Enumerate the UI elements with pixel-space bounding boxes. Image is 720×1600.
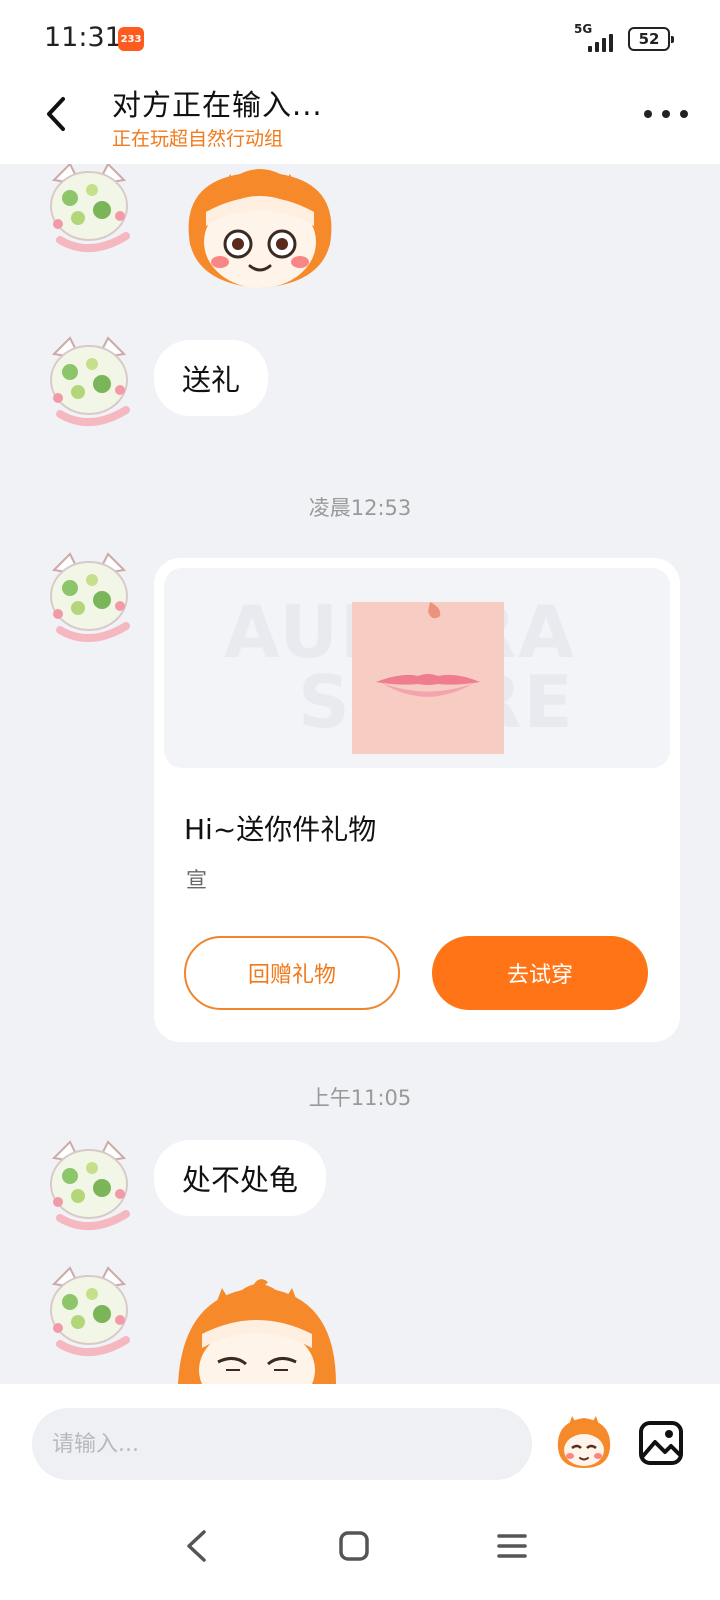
nav-back-button[interactable] — [174, 1524, 218, 1568]
sticker-message[interactable] — [172, 1274, 342, 1384]
lips-icon — [352, 602, 504, 754]
return-gift-button[interactable]: 回赠礼物 — [184, 936, 400, 1010]
message-input[interactable] — [32, 1408, 532, 1480]
message-bubble[interactable]: 送礼 — [154, 340, 269, 416]
emoji-sticker-icon — [557, 1416, 611, 1468]
girl-sticker-icon — [178, 1279, 336, 1384]
message-timestamp: 凌晨12:53 — [308, 496, 412, 520]
nav-menu-icon — [497, 1534, 527, 1558]
notification-badge-icon: 233 — [118, 27, 144, 51]
message-bubble[interactable]: 处不处龟 — [154, 1140, 327, 1216]
status-bar: 11:31 233 5G 52 — [0, 0, 720, 78]
chevron-left-icon — [47, 97, 65, 131]
image-icon — [639, 1421, 683, 1465]
battery-icon: 52 — [628, 27, 674, 51]
signal-icon: 5G — [574, 22, 620, 52]
more-dots-icon — [644, 110, 652, 118]
back-button[interactable] — [36, 92, 76, 136]
avatar[interactable] — [40, 334, 138, 432]
nav-menu-button[interactable] — [490, 1524, 534, 1568]
cat-avatar-icon — [50, 336, 130, 427]
gift-sender-name: 宣 — [186, 868, 207, 892]
chat-subtitle[interactable]: 正在玩超自然行动组 — [112, 124, 283, 151]
avatar[interactable] — [40, 550, 138, 648]
chat-header: 对方正在输入... 正在玩超自然行动组 — [0, 78, 720, 164]
try-on-button[interactable]: 去试穿 — [432, 936, 648, 1010]
avatar[interactable] — [40, 164, 138, 258]
gift-banner: AURORA STORE — [164, 568, 670, 768]
status-time: 11:31 — [44, 22, 122, 53]
message-timestamp: 上午11:05 — [308, 1086, 412, 1110]
sticker-message[interactable] — [180, 164, 340, 294]
avatar[interactable] — [40, 1138, 138, 1236]
chat-title: 对方正在输入... — [112, 88, 323, 122]
message-input-bar — [0, 1384, 720, 1494]
more-options-button[interactable] — [644, 106, 688, 122]
nav-back-icon — [187, 1530, 206, 1562]
girl-sticker-icon — [188, 169, 332, 288]
send-image-button[interactable] — [638, 1420, 684, 1466]
avatar[interactable] — [40, 1264, 138, 1362]
gift-title: Hi~送你件礼物 — [184, 813, 377, 846]
nav-home-icon — [339, 1531, 369, 1561]
gift-item-image — [352, 602, 504, 754]
cat-avatar-icon — [50, 164, 130, 253]
emoji-button[interactable] — [554, 1412, 614, 1472]
gift-card[interactable]: AURORA STORE Hi~送你件礼物 宣 回赠礼物 去试穿 — [154, 558, 680, 1042]
nav-home-button[interactable] — [332, 1524, 376, 1568]
system-navigation-bar — [0, 1494, 720, 1600]
cat-avatar-icon — [50, 1266, 130, 1357]
chat-message-list[interactable]: 送礼 凌晨12:53 AURORA STORE — [0, 164, 720, 1384]
cat-avatar-icon — [50, 1140, 130, 1231]
cat-avatar-icon — [50, 552, 130, 643]
